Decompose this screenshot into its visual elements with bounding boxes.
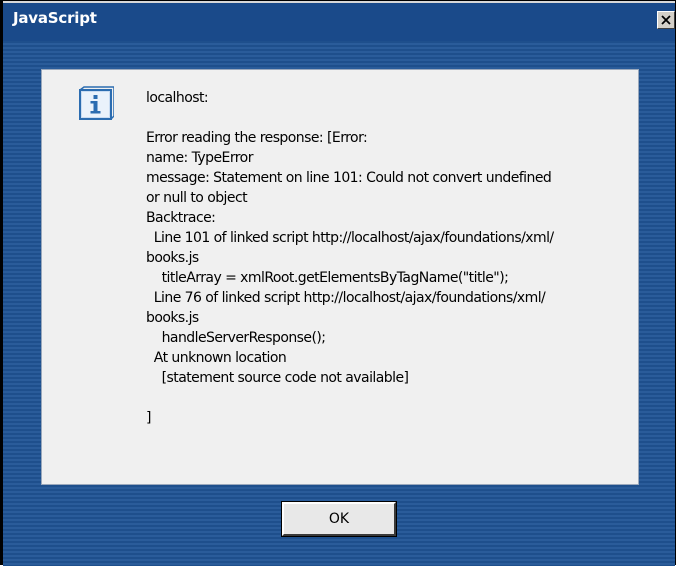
dialog-window: JavaScript localhost: Error reading the … [0, 0, 676, 566]
message-line: localhost: [146, 90, 209, 106]
message-line: handleServerResponse(); [146, 330, 326, 346]
title-bar[interactable]: JavaScript [3, 1, 675, 41]
window-title: JavaScript [13, 9, 97, 27]
message-line: Line 76 of linked script http://localhos… [146, 290, 546, 306]
message-line: Backtrace: [146, 210, 216, 226]
message-line: [statement source code not available] [146, 370, 409, 386]
close-button[interactable] [657, 11, 675, 29]
ok-button[interactable]: OK [281, 501, 397, 537]
message-line: ] [146, 410, 151, 426]
message-line: Line 101 of linked script http://localho… [146, 230, 554, 246]
message-line: books.js [146, 310, 199, 326]
message-line: name: TypeError [146, 150, 253, 166]
error-message: localhost: Error reading the response: [… [146, 88, 632, 428]
message-line [146, 108, 632, 128]
message-line: At unknown location [146, 350, 287, 366]
message-line: books.js [146, 250, 199, 266]
info-icon [79, 86, 114, 120]
message-line: Error reading the response: [Error: [146, 130, 368, 146]
message-line: titleArray = xmlRoot.getElementsByTagNam… [146, 270, 509, 286]
dialog-body: localhost: Error reading the response: [… [3, 41, 675, 566]
close-icon [661, 15, 671, 25]
message-panel: localhost: Error reading the response: [… [41, 69, 639, 485]
message-line [146, 388, 632, 408]
message-line: message: Statement on line 101: Could no… [146, 170, 552, 186]
message-line: or null to object [146, 190, 248, 206]
